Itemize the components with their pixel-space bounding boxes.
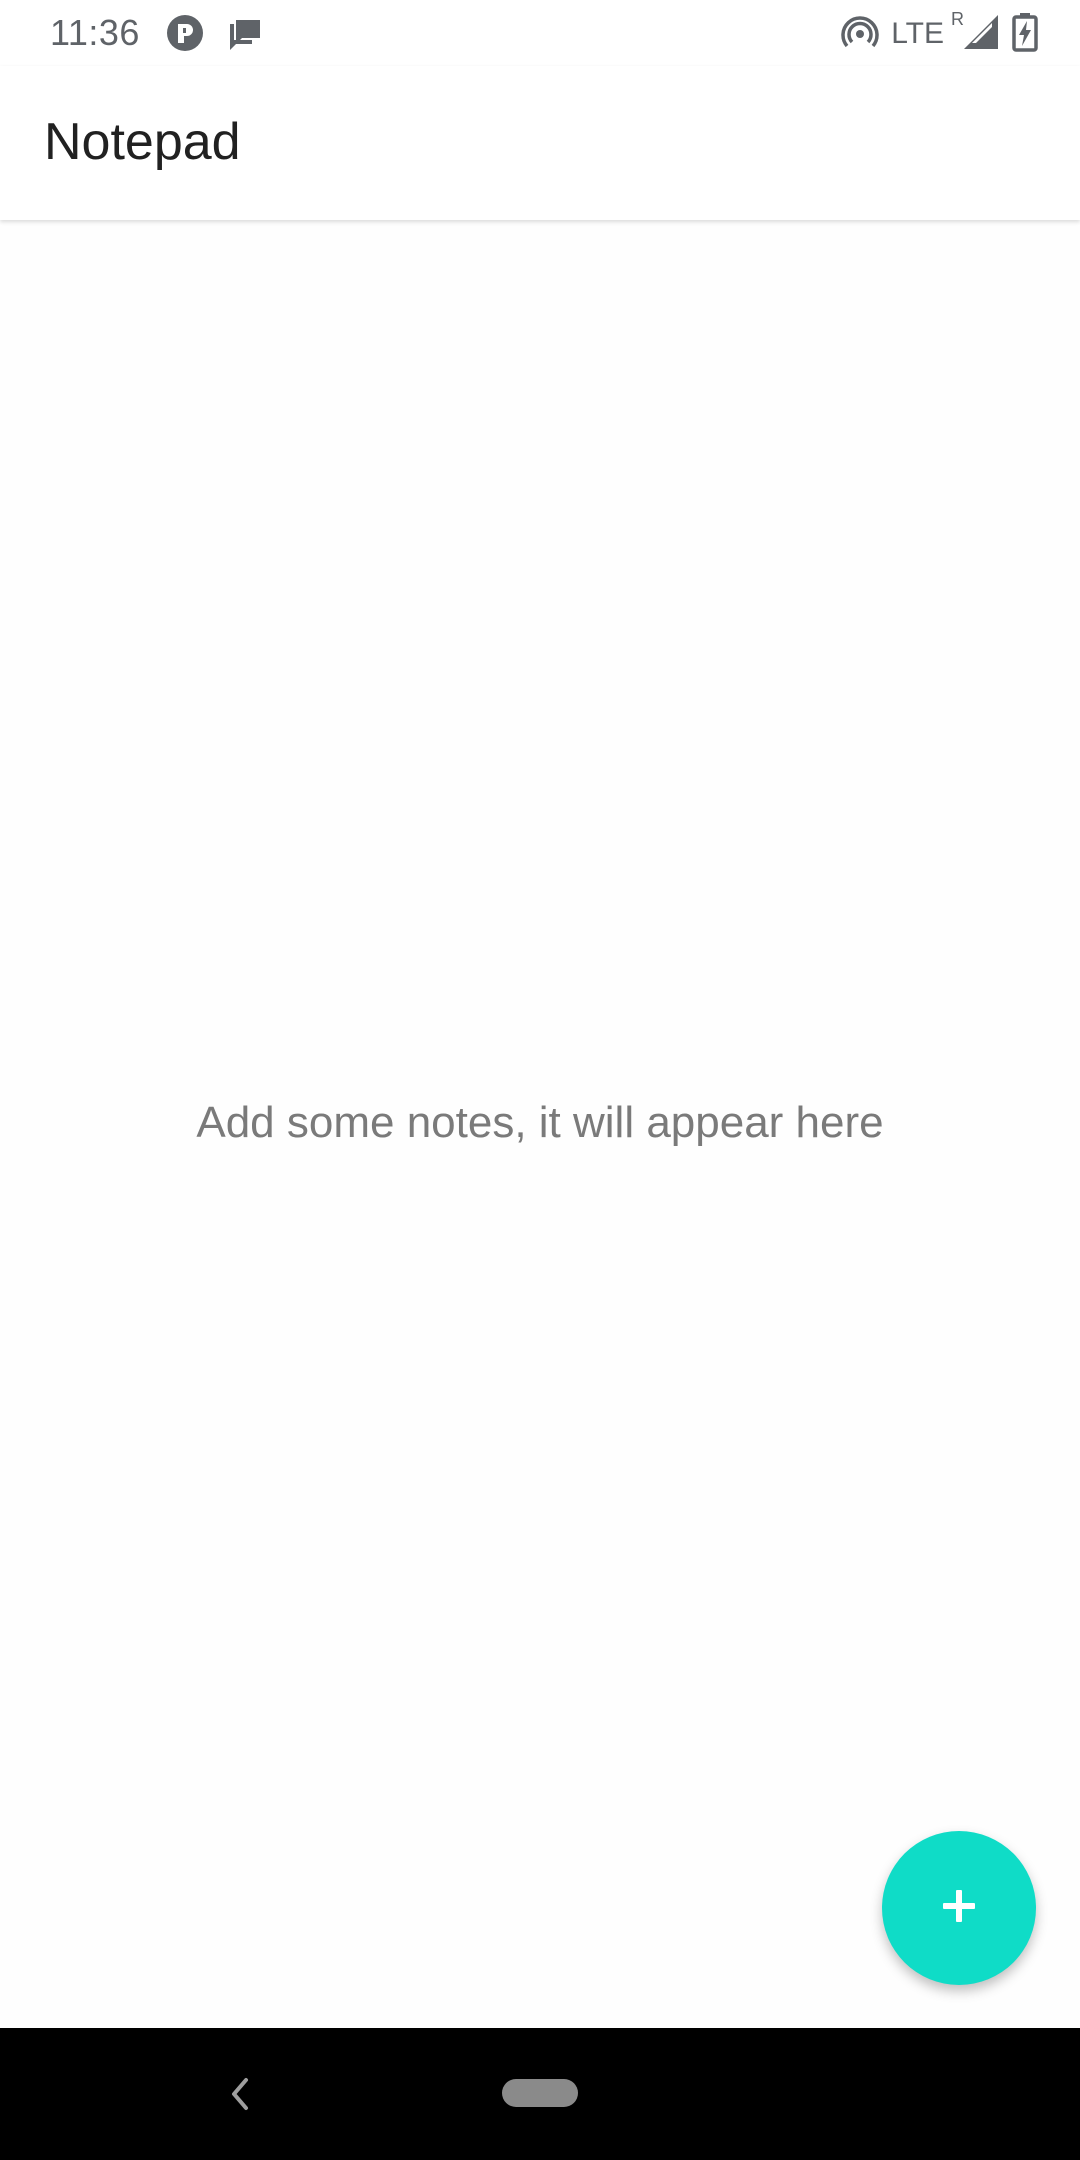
status-time: 11:36 [50, 12, 140, 53]
hotspot-icon [841, 13, 879, 56]
signal-icon [962, 13, 1000, 56]
screen: 11:36 LTE R Notepad Add some notes, it w… [0, 0, 1080, 2160]
chat-icon [226, 14, 264, 57]
network-type: LTE R [891, 9, 964, 51]
battery-charging-icon [1012, 12, 1038, 57]
plus-icon [939, 1886, 979, 1931]
home-pill[interactable] [502, 2079, 578, 2107]
status-notification-icons [166, 14, 264, 57]
notes-list[interactable]: Add some notes, it will appear here [0, 220, 1080, 2028]
add-note-button[interactable] [882, 1831, 1036, 1985]
roaming-indicator: R [951, 9, 964, 29]
app-notification-icon [166, 14, 204, 57]
back-icon[interactable] [220, 2072, 260, 2116]
network-label: LTE [891, 17, 944, 50]
navigation-bar [0, 2028, 1080, 2160]
page-title: Notepad [44, 113, 241, 171]
status-system-icons: LTE R [841, 9, 1038, 57]
status-bar: 11:36 LTE R [0, 0, 1080, 66]
app-bar: Notepad [0, 66, 1080, 220]
empty-state-message: Add some notes, it will appear here [196, 1098, 884, 1147]
